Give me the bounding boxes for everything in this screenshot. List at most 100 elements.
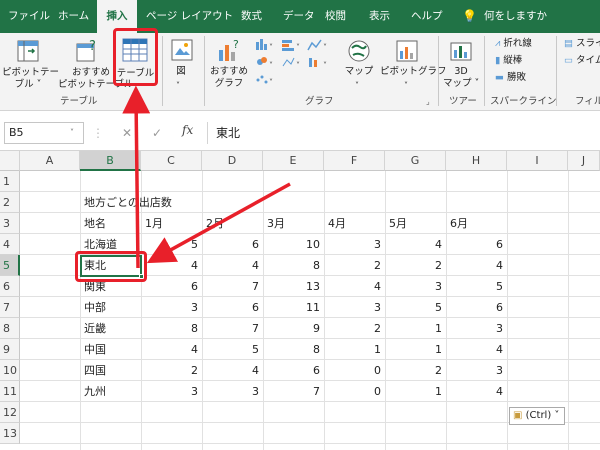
data-cell[interactable]: 8	[263, 255, 324, 276]
sparkline-column-button[interactable]: ▮ 縦棒	[495, 55, 522, 67]
3d-map-button[interactable]: 3D マップ ˅	[443, 66, 479, 90]
header-cell[interactable]: 2月	[206, 213, 224, 234]
data-cell[interactable]: 1	[385, 339, 446, 360]
row-header[interactable]: 9	[0, 339, 20, 360]
data-cell[interactable]: 4	[446, 339, 507, 360]
row-header[interactable]: 10	[0, 360, 20, 381]
illustrations-button[interactable]: 図	[166, 66, 196, 78]
region-cell[interactable]: 中国	[84, 339, 106, 360]
illustrations-dropdown-icon[interactable]: ˅	[176, 80, 180, 92]
data-cell[interactable]: 3	[202, 381, 263, 402]
header-cell[interactable]: 1月	[145, 213, 163, 234]
header-cell[interactable]: 4月	[328, 213, 346, 234]
data-cell[interactable]: 3	[141, 297, 202, 318]
data-cell[interactable]: 3	[324, 297, 385, 318]
select-all-corner[interactable]	[0, 151, 20, 171]
row-header[interactable]: 1	[0, 171, 20, 192]
column-header[interactable]: I	[507, 151, 568, 171]
pivot-chart-button[interactable]: ピボットグラフ	[380, 66, 447, 78]
data-cell[interactable]: 0	[324, 381, 385, 402]
column-header[interactable]: F	[324, 151, 385, 171]
data-cell[interactable]: 6	[446, 234, 507, 255]
data-cell[interactable]: 9	[263, 318, 324, 339]
tab-home[interactable]: ホーム	[58, 0, 89, 33]
data-cell[interactable]: 6	[446, 297, 507, 318]
timeline-button[interactable]: ▭ タイム	[564, 55, 600, 67]
row-header[interactable]: 7	[0, 297, 20, 318]
row-header[interactable]: 3	[0, 213, 20, 234]
insert-function-icon[interactable]: fx	[182, 123, 193, 137]
data-cell[interactable]: 13	[263, 276, 324, 297]
tab-formulas[interactable]: 数式	[241, 0, 262, 33]
region-cell[interactable]: 九州	[84, 381, 106, 402]
pivot-table-button[interactable]: ピボットテー ブル ˅	[2, 67, 59, 91]
header-cell[interactable]: 6月	[450, 213, 468, 234]
row-header[interactable]: 11	[0, 381, 20, 402]
row-header[interactable]: 5	[0, 255, 20, 276]
data-cell[interactable]: 5	[141, 234, 202, 255]
column-header[interactable]: B	[80, 151, 141, 171]
table-button[interactable]: テーブル	[113, 68, 158, 80]
tell-me-search[interactable]: 何をしますか	[484, 0, 547, 33]
data-cell[interactable]: 2	[324, 255, 385, 276]
tab-review[interactable]: 校閲	[325, 0, 346, 33]
sparkline-line-button[interactable]: ⩘ 折れ線	[495, 38, 532, 50]
data-cell[interactable]: 4	[141, 255, 202, 276]
data-cell[interactable]: 2	[324, 318, 385, 339]
data-cell[interactable]: 4	[446, 381, 507, 402]
data-cell[interactable]: 3	[141, 381, 202, 402]
data-cell[interactable]: 4	[446, 255, 507, 276]
sparkline-winloss-button[interactable]: ▬ 勝敗	[495, 72, 526, 84]
data-cell[interactable]: 2	[385, 360, 446, 381]
data-cell[interactable]: 8	[263, 339, 324, 360]
data-cell[interactable]: 3	[446, 318, 507, 339]
column-header[interactable]: G	[385, 151, 446, 171]
data-cell[interactable]: 4	[385, 234, 446, 255]
data-cell[interactable]: 5	[385, 297, 446, 318]
tab-page-layout[interactable]: ページ レイアウト	[146, 0, 233, 33]
data-cell[interactable]: 4	[324, 276, 385, 297]
cancel-icon[interactable]: ✕	[118, 123, 136, 143]
row-header[interactable]: 2	[0, 192, 20, 213]
data-cell[interactable]: 2	[385, 255, 446, 276]
tab-help[interactable]: ヘルプ	[411, 0, 443, 33]
name-box-dropdown-icon[interactable]: ˅	[70, 123, 74, 143]
region-cell[interactable]: 近畿	[84, 318, 106, 339]
data-cell[interactable]: 6	[202, 297, 263, 318]
data-cell[interactable]: 5	[446, 276, 507, 297]
row-header[interactable]: 13	[0, 423, 20, 444]
data-cell[interactable]: 1	[324, 339, 385, 360]
data-cell[interactable]: 2	[141, 360, 202, 381]
maps-button[interactable]: マップ	[338, 66, 380, 78]
column-header[interactable]: C	[141, 151, 202, 171]
data-cell[interactable]: 5	[202, 339, 263, 360]
data-cell[interactable]: 1	[385, 318, 446, 339]
data-cell[interactable]: 7	[202, 276, 263, 297]
row-header[interactable]: 12	[0, 402, 20, 423]
row-header[interactable]: 8	[0, 318, 20, 339]
region-cell[interactable]: 四国	[84, 360, 106, 381]
header-cell[interactable]: 5月	[389, 213, 407, 234]
column-header[interactable]: D	[202, 151, 263, 171]
enter-icon[interactable]: ✓	[148, 123, 166, 143]
data-cell[interactable]: 10	[263, 234, 324, 255]
charts-dialog-launcher-icon[interactable]: ⌟	[426, 96, 430, 108]
data-cell[interactable]: 3	[324, 234, 385, 255]
column-header[interactable]: J	[568, 151, 600, 171]
tab-view[interactable]: 表示	[369, 0, 390, 33]
tab-file[interactable]: ファイル	[8, 0, 50, 33]
data-cell[interactable]: 11	[263, 297, 324, 318]
data-cell[interactable]: 7	[202, 318, 263, 339]
data-cell[interactable]: 4	[141, 339, 202, 360]
data-cell[interactable]: 3	[385, 276, 446, 297]
data-cell[interactable]: 7	[263, 381, 324, 402]
data-cell[interactable]: 4	[202, 255, 263, 276]
row-header[interactable]: 6	[0, 276, 20, 297]
region-cell[interactable]: 中部	[84, 297, 106, 318]
sheet-title-cell[interactable]: 地方ごとの出店数	[84, 192, 172, 213]
data-cell[interactable]: 6	[141, 276, 202, 297]
recommended-charts-button[interactable]: おすすめ グラフ	[208, 66, 250, 90]
data-cell[interactable]: 4	[202, 360, 263, 381]
data-cell[interactable]: 0	[324, 360, 385, 381]
worksheet-grid[interactable]: A B C D E F G H I J 1 2 3 4 5 6 7 8 9 10…	[0, 151, 600, 450]
